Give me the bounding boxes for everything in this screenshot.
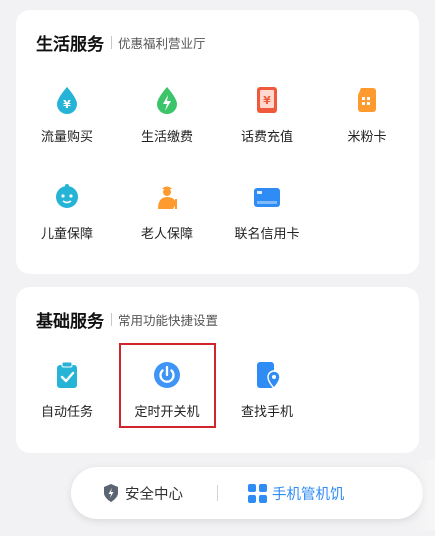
auto-task-icon bbox=[52, 360, 82, 390]
cobrand-credit-card-icon bbox=[252, 182, 282, 212]
tile-label: 话费充值 bbox=[240, 130, 293, 145]
tile-auto-task[interactable]: 自动任务 bbox=[17, 360, 117, 450]
tile-label: 生活缴费 bbox=[140, 130, 193, 145]
life-services-header: 生活服务 优惠福利营业厅 bbox=[36, 30, 206, 55]
security-center-button[interactable]: 安全中心 bbox=[102, 467, 183, 519]
tile-elderly-protection[interactable]: 老人保障 bbox=[117, 182, 217, 272]
phone-manager-button[interactable]: 手机管机饥 bbox=[248, 467, 345, 519]
bottom-bar-divider bbox=[217, 485, 218, 501]
basic-services-subtitle: 常用功能快捷设置 bbox=[118, 313, 219, 328]
tile-find-phone[interactable]: 查找手机 bbox=[217, 360, 317, 450]
tile-label: 米粉卡 bbox=[347, 130, 387, 145]
tile-traffic-purchase[interactable]: ¥ 流量购买 bbox=[17, 85, 117, 175]
tile-phone-recharge[interactable]: ¥ 话费充值 bbox=[217, 85, 317, 175]
grid-icon bbox=[248, 483, 267, 503]
life-services-subtitle: 优惠福利营业厅 bbox=[118, 36, 206, 51]
tile-child-protection[interactable]: 儿童保障 bbox=[17, 182, 117, 272]
life-services-card: 生活服务 优惠福利营业厅 ¥ 流量购买 生活缴费 ¥ 话费充值 米粉卡 儿童保障 bbox=[16, 10, 419, 274]
basic-services-title: 基础服务 bbox=[36, 312, 104, 332]
selection-highlight bbox=[119, 343, 216, 428]
tile-label: 查找手机 bbox=[240, 405, 293, 420]
svg-text:¥: ¥ bbox=[263, 94, 271, 107]
tile-mifen-card[interactable]: 米粉卡 bbox=[317, 85, 417, 175]
svg-text:¥: ¥ bbox=[63, 98, 71, 111]
bottom-bar: 安全中心 手机管机饥 bbox=[71, 467, 423, 519]
mifen-card-icon bbox=[352, 85, 382, 115]
phone-recharge-icon: ¥ bbox=[252, 85, 282, 115]
header-divider bbox=[111, 36, 112, 49]
basic-services-header: 基础服务 常用功能快捷设置 bbox=[36, 307, 218, 332]
tile-label: 联名信用卡 bbox=[234, 227, 300, 242]
tile-label: 儿童保障 bbox=[40, 227, 93, 242]
find-phone-icon bbox=[252, 360, 282, 390]
edge-fade bbox=[415, 460, 435, 530]
life-services-title: 生活服务 bbox=[36, 35, 104, 55]
security-center-label: 安全中心 bbox=[125, 486, 183, 503]
tile-label: 老人保障 bbox=[140, 227, 193, 242]
life-payment-icon bbox=[152, 85, 182, 115]
header-divider bbox=[111, 313, 112, 326]
tile-life-payment[interactable]: 生活缴费 bbox=[117, 85, 217, 175]
tile-label: 流量购买 bbox=[40, 130, 93, 145]
elderly-protection-icon bbox=[152, 182, 182, 212]
basic-services-card: 基础服务 常用功能快捷设置 自动任务 定时开关机 查找手机 bbox=[16, 287, 419, 453]
traffic-purchase-icon: ¥ bbox=[52, 85, 82, 115]
shield-icon bbox=[102, 483, 120, 503]
child-protection-icon bbox=[52, 182, 82, 212]
tile-cobrand-credit-card[interactable]: 联名信用卡 bbox=[217, 182, 317, 272]
tile-label: 自动任务 bbox=[40, 405, 93, 420]
phone-manager-label: 手机管机饥 bbox=[272, 486, 345, 503]
